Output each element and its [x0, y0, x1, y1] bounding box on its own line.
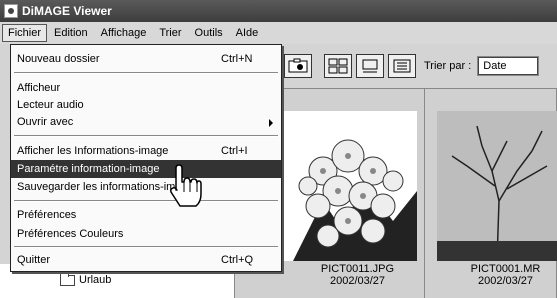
- menu-item-label: Afficher les Informations-image: [17, 145, 169, 157]
- tree-photo-thumbnail[interactable]: [437, 111, 557, 261]
- menu-item-ouvrir-avec[interactable]: Ouvrir avec: [11, 113, 281, 131]
- menu-separator: [14, 72, 278, 74]
- menu-item-label: Sauvegarder les informations-image: [17, 181, 194, 193]
- thumbnail-gallery: PICT0011.JPG 2002/03/27 PICT0001.MR 2002…: [235, 88, 557, 298]
- file-menu-dropdown: Nouveau dossier Ctrl+N Afficheur Lecteur…: [10, 44, 282, 272]
- hand-pointer-icon: [170, 164, 202, 207]
- menu-item-nouveau-dossier[interactable]: Nouveau dossier Ctrl+N: [11, 50, 281, 68]
- tree-item-urlaub[interactable]: Urlaub: [60, 271, 112, 286]
- menu-item-afficheur[interactable]: Afficheur: [11, 79, 281, 97]
- menu-item-label: Ouvrir avec: [17, 116, 74, 128]
- menu-outils[interactable]: Outils: [189, 24, 229, 42]
- menu-aide[interactable]: AIde: [230, 24, 265, 42]
- menu-separator: [14, 246, 278, 248]
- menu-fichier[interactable]: Fichier: [2, 24, 48, 42]
- sort-select[interactable]: Date: [477, 56, 540, 76]
- title-bar: DiMAGE Viewer: [0, 0, 557, 22]
- menu-item-label: Paramétre information-image: [17, 163, 160, 175]
- menu-item-shortcut: Ctrl+I: [221, 145, 248, 157]
- menu-edition[interactable]: Edition: [48, 24, 94, 42]
- single-view-icon[interactable]: [356, 54, 384, 78]
- filename: PICT0011.JPG: [320, 263, 395, 275]
- menu-item-sauvegarder-informations[interactable]: Sauvegarder les informations-image: [11, 178, 281, 196]
- filename: PICT0001.MR: [470, 263, 541, 275]
- sort-label: Trier par :: [424, 60, 472, 72]
- camera-icon[interactable]: [284, 54, 312, 78]
- menu-item-label: Lecteur audio: [17, 99, 84, 111]
- menu-item-afficher-informations[interactable]: Afficher les Informations-image Ctrl+I: [11, 142, 281, 160]
- flower-photo-thumbnail[interactable]: [283, 111, 417, 261]
- menu-affichage[interactable]: Affichage: [95, 24, 153, 42]
- list-view-icon[interactable]: [388, 54, 416, 78]
- menu-item-quitter[interactable]: Quitter Ctrl+Q: [11, 251, 281, 269]
- folder-icon: [60, 271, 75, 286]
- menu-item-label: Préférences Couleurs: [17, 228, 124, 240]
- window-title: DiMAGE Viewer: [22, 4, 112, 18]
- menu-item-shortcut: Ctrl+N: [221, 53, 253, 65]
- menu-item-label: Nouveau dossier: [17, 53, 100, 65]
- app-icon: [4, 4, 18, 18]
- thumbnail-cell[interactable]: PICT0001.MR 2002/03/27: [425, 89, 557, 298]
- menu-bar: Fichier Edition Affichage Trier Outils A…: [0, 22, 557, 44]
- thumbnail-caption: PICT0001.MR 2002/03/27: [425, 263, 556, 287]
- tree-item-label: Urlaub: [79, 274, 112, 286]
- toolbar: Trier par : Date: [280, 50, 557, 82]
- menu-item-preferences[interactable]: Préférences: [11, 206, 281, 224]
- submenu-arrow-icon: [269, 119, 273, 127]
- date: 2002/03/27: [329, 275, 386, 287]
- menu-trier[interactable]: Trier: [153, 24, 187, 42]
- menu-separator: [14, 200, 278, 202]
- menu-item-parametre-information[interactable]: Paramétre information-image: [11, 160, 281, 178]
- thumbnail-grid-icon[interactable]: [324, 54, 352, 78]
- menu-item-shortcut: Ctrl+Q: [221, 254, 254, 266]
- menu-separator: [14, 135, 278, 137]
- menu-item-label: Préférences: [17, 209, 77, 221]
- menu-item-label: Quitter: [17, 254, 51, 266]
- menu-item-lecteur-audio[interactable]: Lecteur audio: [11, 96, 281, 114]
- menu-item-label: Afficheur: [17, 82, 61, 94]
- date: 2002/03/27: [477, 275, 534, 287]
- menu-item-preferences-couleurs[interactable]: Préférences Couleurs: [11, 225, 281, 243]
